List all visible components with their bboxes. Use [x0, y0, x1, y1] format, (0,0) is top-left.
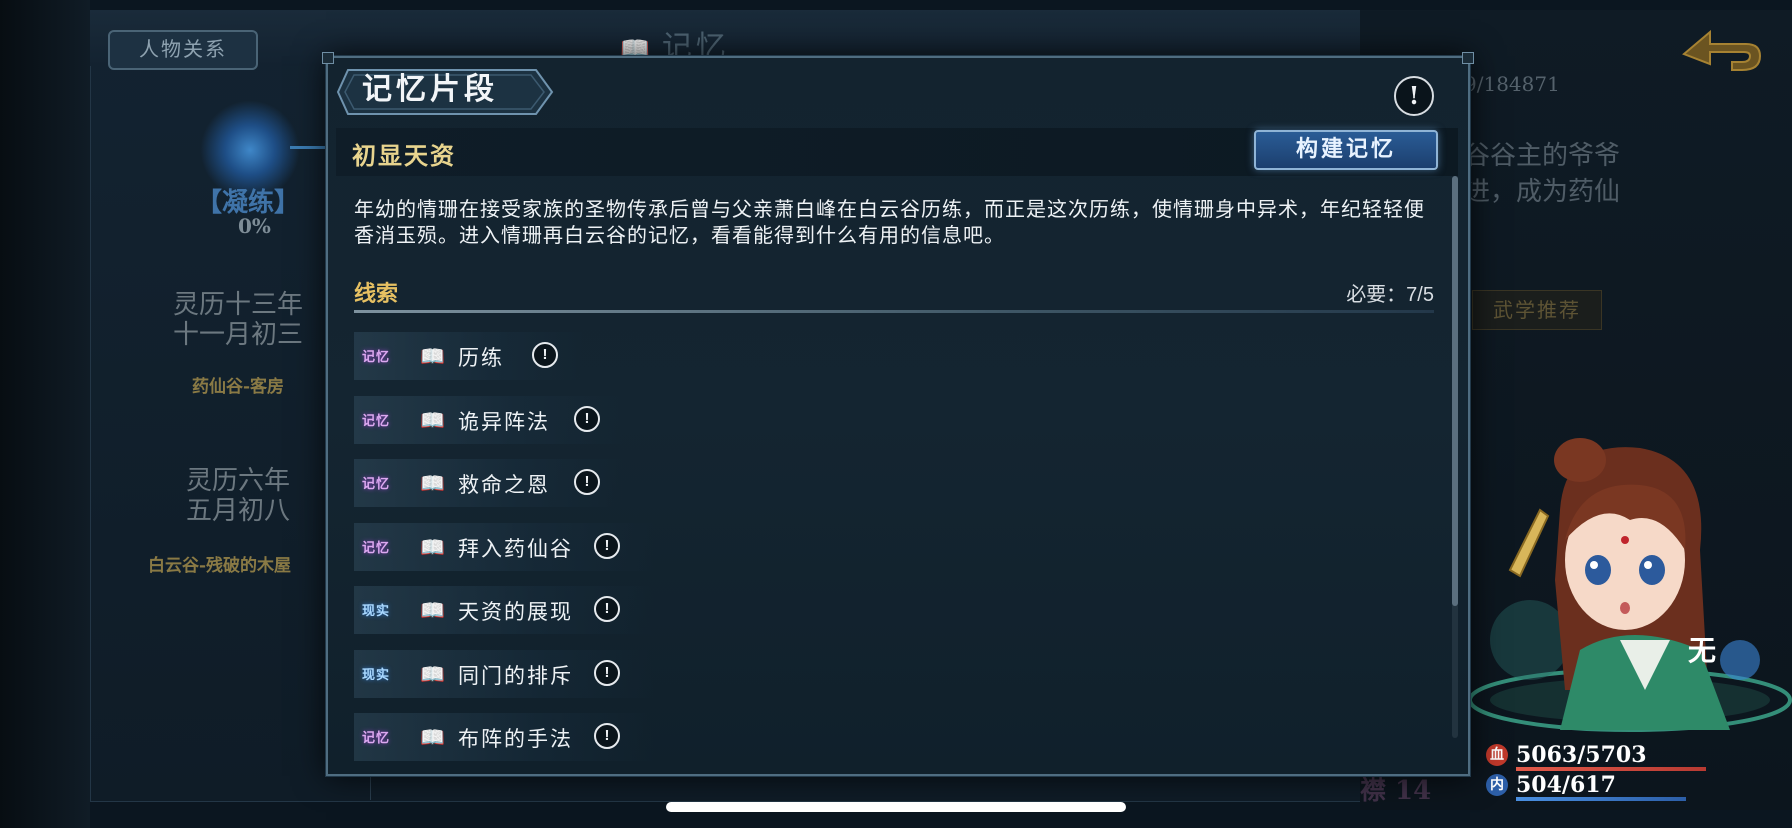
timeline-date-2-line1: 灵历六年: [185, 466, 290, 496]
clue-item[interactable]: 记忆 📖 拜入药仙谷 !: [354, 519, 954, 583]
timeline-place-1: 药仙谷-客房: [191, 377, 285, 397]
skill-progress: 0%: [238, 214, 271, 238]
clue-item[interactable]: 记忆 📖 救命之恩 !: [354, 455, 954, 519]
scroll-thumb[interactable]: [1452, 176, 1458, 606]
memory-description: 年幼的情珊在接受家族的圣物传承后曾与父亲萧白峰在白云谷历练，而正是这次历练，使情…: [354, 197, 1425, 247]
clues-label: 线索: [354, 281, 399, 307]
experience-counter: 9/184871: [1464, 72, 1560, 96]
clue-name: 布阵的手法: [458, 727, 573, 751]
timeline-date-1-line1: 灵历十三年: [172, 290, 303, 320]
corner-ornament: [1462, 52, 1474, 64]
book-icon: 📖: [420, 471, 445, 495]
book-icon: 📖: [420, 407, 445, 432]
clue-item[interactable]: 记忆 📖 历练 !: [354, 328, 954, 392]
clue-item[interactable]: 现实 📖 天资的展现 !: [354, 582, 954, 646]
clue-info-icon[interactable]: !: [594, 596, 620, 622]
clues-divider: [354, 310, 1434, 313]
clue-name: 诡异阵法: [458, 409, 550, 434]
character-bio-line2: 进，成为药仙: [1464, 177, 1621, 207]
book-icon: 📖: [420, 661, 445, 686]
timeline-date-2[interactable]: 灵历六年 五月初八: [118, 466, 358, 526]
clue-info-icon[interactable]: !: [532, 342, 558, 368]
timeline-date-1[interactable]: 灵历十三年 十一月初三: [118, 290, 358, 350]
clue-tag: 现实: [362, 604, 391, 619]
clue-name: 救命之恩: [458, 473, 550, 497]
back-arrow-icon[interactable]: [1680, 26, 1764, 82]
required-count: 必要：7/5: [1346, 284, 1434, 306]
clue-item[interactable]: 记忆 📖 诡异阵法 !: [354, 392, 954, 456]
book-icon: 📖: [420, 598, 445, 622]
corner-ornament: [322, 52, 334, 64]
clue-name: 同门的排斥: [458, 663, 573, 688]
memory-fragment-dialog: 记忆片段 ! 初显天资 构建记忆 年幼的情珊在接受家族的圣物传承后曾与父亲萧白峰…: [322, 52, 1474, 776]
clue-tag: 记忆: [362, 413, 391, 429]
clue-info-icon[interactable]: !: [594, 723, 620, 749]
scrollbar[interactable]: [1452, 176, 1458, 738]
info-icon[interactable]: !: [1394, 76, 1434, 116]
mp-icon: 内: [1486, 774, 1508, 796]
clue-tag: 记忆: [362, 540, 391, 556]
mp-bar: 内 504/617: [1486, 772, 1786, 802]
book-icon: 📖: [420, 725, 445, 749]
left-edge-decoration: [0, 0, 90, 828]
timeline-date-1-line2: 十一月初三: [172, 320, 303, 350]
hp-value: 5063/5703: [1516, 742, 1647, 768]
hp-icon: 血: [1486, 744, 1508, 766]
clue-name: 天资的展现: [458, 600, 573, 624]
character-name-mark: 无: [1688, 634, 1716, 667]
martial-recommend-button[interactable]: 武学推荐: [1472, 290, 1602, 330]
clues-header: 线索 必要：7/5: [354, 270, 1434, 314]
book-icon: 📖: [420, 344, 445, 368]
character-bio-line1: 谷谷主的爷爷: [1464, 141, 1621, 171]
clue-info-icon[interactable]: !: [574, 405, 600, 432]
character-bio: 谷谷主的爷爷 进，成为药仙: [1464, 138, 1784, 210]
clue-item[interactable]: 记忆 📖 布阵的手法 !: [354, 709, 954, 773]
clue-tag: 记忆: [362, 477, 391, 492]
hp-fill: [1516, 767, 1706, 771]
clue-item[interactable]: 现实 📖 同门的排斥 !: [354, 646, 954, 710]
home-indicator[interactable]: [666, 802, 1126, 812]
timeline-date-2-line2: 五月初八: [185, 496, 290, 526]
hp-bar: 血 5063/5703: [1486, 742, 1786, 772]
build-memory-button[interactable]: 构建记忆: [1254, 130, 1438, 170]
tab-relations[interactable]: 人物关系: [108, 30, 258, 70]
clue-name: 历练: [458, 346, 504, 370]
clue-list: 记忆 📖 历练 ! 记忆 📖 诡异阵法 ! 记忆 📖 救命之恩 ! 记忆 📖 拜…: [354, 328, 954, 773]
book-icon: 📖: [420, 534, 445, 559]
clue-tag: 记忆: [362, 350, 391, 365]
clue-tag: 现实: [362, 667, 391, 683]
clue-info-icon[interactable]: !: [594, 659, 620, 686]
clue-tag: 记忆: [362, 731, 391, 746]
mp-value: 504/617: [1516, 772, 1616, 798]
clue-name: 拜入药仙谷: [458, 536, 573, 561]
mp-fill: [1516, 797, 1686, 801]
clue-info-icon[interactable]: !: [594, 532, 620, 559]
character-portrait[interactable]: 无: [1470, 430, 1792, 740]
dialog-title: 记忆片段: [362, 72, 498, 107]
memory-subtitle: 初显天资: [352, 141, 456, 170]
clue-info-icon[interactable]: !: [574, 469, 600, 495]
